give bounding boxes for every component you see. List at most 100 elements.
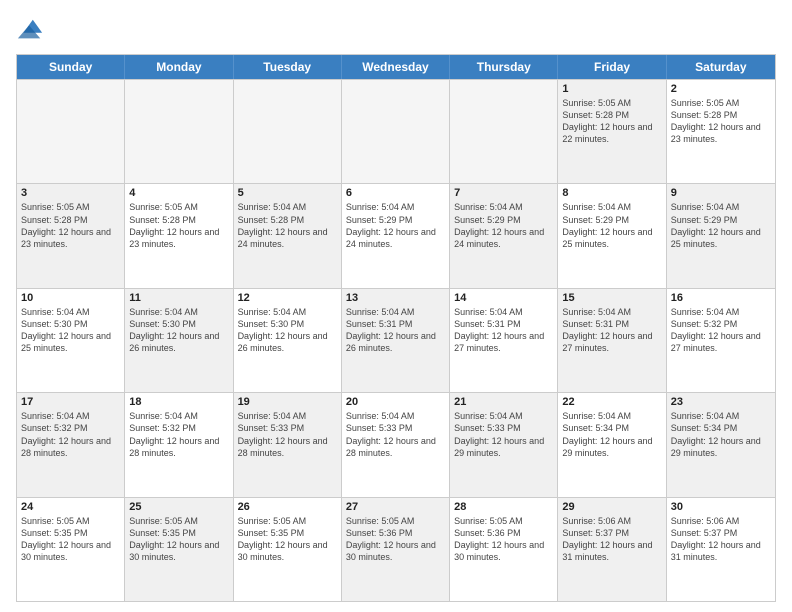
day-number: 16 [671, 292, 771, 304]
day-number: 20 [346, 396, 445, 408]
day-info: Sunrise: 5:04 AM Sunset: 5:28 PM Dayligh… [238, 201, 337, 250]
day-info: Sunrise: 5:05 AM Sunset: 5:36 PM Dayligh… [346, 515, 445, 564]
day-info: Sunrise: 5:04 AM Sunset: 5:33 PM Dayligh… [238, 410, 337, 459]
day-info: Sunrise: 5:05 AM Sunset: 5:35 PM Dayligh… [129, 515, 228, 564]
day-number: 6 [346, 187, 445, 199]
day-number: 19 [238, 396, 337, 408]
calendar-cell-11: 11 Sunrise: 5:04 AM Sunset: 5:30 PM Dayli… [125, 289, 233, 392]
day-number: 11 [129, 292, 228, 304]
calendar-cell-13: 13 Sunrise: 5:04 AM Sunset: 5:31 PM Dayli… [342, 289, 450, 392]
day-number: 3 [21, 187, 120, 199]
header-day-thursday: Thursday [450, 55, 558, 79]
day-info: Sunrise: 5:04 AM Sunset: 5:32 PM Dayligh… [671, 306, 771, 355]
day-info: Sunrise: 5:04 AM Sunset: 5:31 PM Dayligh… [346, 306, 445, 355]
calendar-cell-12: 12 Sunrise: 5:04 AM Sunset: 5:30 PM Dayli… [234, 289, 342, 392]
header-day-monday: Monday [125, 55, 233, 79]
calendar-cell-30: 30 Sunrise: 5:06 AM Sunset: 5:37 PM Dayli… [667, 498, 775, 601]
day-info: Sunrise: 5:04 AM Sunset: 5:29 PM Dayligh… [671, 201, 771, 250]
day-info: Sunrise: 5:04 AM Sunset: 5:32 PM Dayligh… [129, 410, 228, 459]
day-info: Sunrise: 5:05 AM Sunset: 5:28 PM Dayligh… [129, 201, 228, 250]
day-number: 26 [238, 501, 337, 513]
header-day-saturday: Saturday [667, 55, 775, 79]
day-info: Sunrise: 5:04 AM Sunset: 5:33 PM Dayligh… [346, 410, 445, 459]
header-day-tuesday: Tuesday [234, 55, 342, 79]
calendar-cell-27: 27 Sunrise: 5:05 AM Sunset: 5:36 PM Dayli… [342, 498, 450, 601]
day-info: Sunrise: 5:04 AM Sunset: 5:30 PM Dayligh… [238, 306, 337, 355]
day-number: 1 [562, 83, 661, 95]
day-info: Sunrise: 5:04 AM Sunset: 5:31 PM Dayligh… [454, 306, 553, 355]
calendar-header: SundayMondayTuesdayWednesdayThursdayFrid… [17, 55, 775, 79]
calendar-cell-3: 3Sunrise: 5:05 AM Sunset: 5:28 PM Daylig… [17, 184, 125, 287]
day-info: Sunrise: 5:04 AM Sunset: 5:34 PM Dayligh… [562, 410, 661, 459]
day-info: Sunrise: 5:04 AM Sunset: 5:33 PM Dayligh… [454, 410, 553, 459]
day-info: Sunrise: 5:05 AM Sunset: 5:28 PM Dayligh… [671, 97, 771, 146]
calendar-week-4: 17 Sunrise: 5:04 AM Sunset: 5:32 PM Dayli… [17, 392, 775, 496]
day-number: 7 [454, 187, 553, 199]
calendar-body: 1 Sunrise: 5:05 AM Sunset: 5:28 PM Daylig… [17, 79, 775, 601]
day-info: Sunrise: 5:05 AM Sunset: 5:36 PM Dayligh… [454, 515, 553, 564]
calendar-cell-25: 25Sunrise: 5:05 AM Sunset: 5:35 PM Dayli… [125, 498, 233, 601]
calendar-week-5: 24 Sunrise: 5:05 AM Sunset: 5:35 PM Dayli… [17, 497, 775, 601]
header-day-wednesday: Wednesday [342, 55, 450, 79]
calendar-cell-7: 7 Sunrise: 5:04 AM Sunset: 5:29 PM Daylig… [450, 184, 558, 287]
calendar-page: SundayMondayTuesdayWednesdayThursdayFrid… [0, 0, 792, 612]
calendar-cell-empty-0-2 [234, 80, 342, 183]
calendar: SundayMondayTuesdayWednesdayThursdayFrid… [16, 54, 776, 602]
calendar-week-3: 10Sunrise: 5:04 AM Sunset: 5:30 PM Dayli… [17, 288, 775, 392]
day-info: Sunrise: 5:04 AM Sunset: 5:29 PM Dayligh… [454, 201, 553, 250]
day-number: 28 [454, 501, 553, 513]
calendar-cell-23: 23 Sunrise: 5:04 AM Sunset: 5:34 PM Dayli… [667, 393, 775, 496]
day-info: Sunrise: 5:04 AM Sunset: 5:31 PM Dayligh… [562, 306, 661, 355]
day-number: 12 [238, 292, 337, 304]
day-number: 17 [21, 396, 120, 408]
calendar-cell-10: 10Sunrise: 5:04 AM Sunset: 5:30 PM Dayli… [17, 289, 125, 392]
header-day-sunday: Sunday [17, 55, 125, 79]
day-info: Sunrise: 5:04 AM Sunset: 5:29 PM Dayligh… [346, 201, 445, 250]
day-number: 15 [562, 292, 661, 304]
calendar-week-2: 3 Sunrise: 5:05 AM Sunset: 5:28 PM Daylig… [17, 183, 775, 287]
calendar-cell-19: 19 Sunrise: 5:04 AM Sunset: 5:33 PM Dayli… [234, 393, 342, 496]
day-number: 24 [21, 501, 120, 513]
day-info: Sunrise: 5:04 AM Sunset: 5:30 PM Dayligh… [129, 306, 228, 355]
day-info: Sunrise: 5:06 AM Sunset: 5:37 PM Dayligh… [562, 515, 661, 564]
day-number: 18 [129, 396, 228, 408]
calendar-cell-9: 9 Sunrise: 5:04 AM Sunset: 5:29 PM Daylig… [667, 184, 775, 287]
calendar-cell-15: 15 Sunrise: 5:04 AM Sunset: 5:31 PM Dayli… [558, 289, 666, 392]
logo-icon [16, 16, 44, 44]
calendar-cell-2: 2 Sunrise: 5:05 AM Sunset: 5:28 PM Daylig… [667, 80, 775, 183]
day-number: 5 [238, 187, 337, 199]
day-number: 23 [671, 396, 771, 408]
day-number: 14 [454, 292, 553, 304]
calendar-cell-16: 16 Sunrise: 5:04 AM Sunset: 5:32 PM Dayli… [667, 289, 775, 392]
calendar-cell-20: 20 Sunrise: 5:04 AM Sunset: 5:33 PM Dayli… [342, 393, 450, 496]
calendar-cell-empty-0-4 [450, 80, 558, 183]
calendar-cell-17: 17Sunrise: 5:04 AM Sunset: 5:32 PM Dayli… [17, 393, 125, 496]
day-info: Sunrise: 5:05 AM Sunset: 5:35 PM Dayligh… [238, 515, 337, 564]
day-number: 30 [671, 501, 771, 513]
day-info: Sunrise: 5:04 AM Sunset: 5:30 PM Dayligh… [21, 306, 120, 355]
calendar-cell-empty-0-3 [342, 80, 450, 183]
calendar-cell-24: 24 Sunrise: 5:05 AM Sunset: 5:35 PM Dayli… [17, 498, 125, 601]
day-number: 22 [562, 396, 661, 408]
day-info: Sunrise: 5:05 AM Sunset: 5:28 PM Dayligh… [562, 97, 661, 146]
calendar-cell-5: 5 Sunrise: 5:04 AM Sunset: 5:28 PM Daylig… [234, 184, 342, 287]
calendar-week-1: 1 Sunrise: 5:05 AM Sunset: 5:28 PM Daylig… [17, 79, 775, 183]
day-number: 21 [454, 396, 553, 408]
day-info: Sunrise: 5:04 AM Sunset: 5:34 PM Dayligh… [671, 410, 771, 459]
day-number: 9 [671, 187, 771, 199]
calendar-cell-26: 26 Sunrise: 5:05 AM Sunset: 5:35 PM Dayli… [234, 498, 342, 601]
day-info: Sunrise: 5:06 AM Sunset: 5:37 PM Dayligh… [671, 515, 771, 564]
calendar-cell-22: 22 Sunrise: 5:04 AM Sunset: 5:34 PM Dayli… [558, 393, 666, 496]
page-header [16, 16, 776, 44]
day-number: 2 [671, 83, 771, 95]
calendar-cell-empty-0-0 [17, 80, 125, 183]
calendar-cell-4: 4Sunrise: 5:05 AM Sunset: 5:28 PM Daylig… [125, 184, 233, 287]
day-number: 27 [346, 501, 445, 513]
calendar-cell-18: 18 Sunrise: 5:04 AM Sunset: 5:32 PM Dayli… [125, 393, 233, 496]
header-day-friday: Friday [558, 55, 666, 79]
day-info: Sunrise: 5:05 AM Sunset: 5:35 PM Dayligh… [21, 515, 120, 564]
calendar-cell-empty-0-1 [125, 80, 233, 183]
day-number: 29 [562, 501, 661, 513]
calendar-cell-6: 6 Sunrise: 5:04 AM Sunset: 5:29 PM Daylig… [342, 184, 450, 287]
day-number: 13 [346, 292, 445, 304]
